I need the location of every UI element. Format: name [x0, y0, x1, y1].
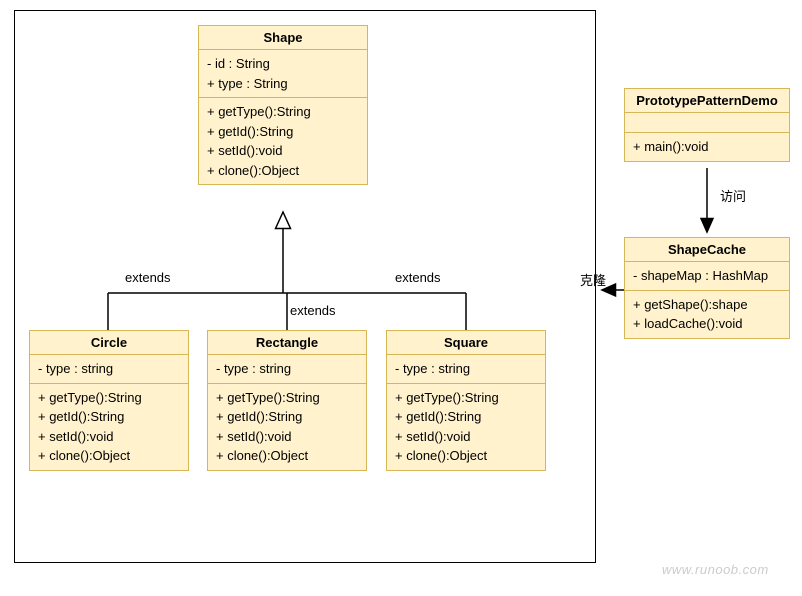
class-square-methods: + getType():String + getId():String + se… — [387, 384, 545, 470]
class-circle-attributes: - type : string — [30, 355, 188, 384]
class-shape-title: Shape — [199, 26, 367, 50]
class-demo-attributes — [625, 113, 789, 133]
class-demo-methods: + main():void — [625, 133, 789, 161]
label-clone: 克隆 — [580, 270, 606, 289]
class-shape-methods: + getType():String + getId():String + se… — [199, 98, 367, 184]
class-square-title: Square — [387, 331, 545, 355]
class-cache-title: ShapeCache — [625, 238, 789, 262]
class-demo: PrototypePatternDemo + main():void — [624, 88, 790, 162]
class-square-attributes: - type : string — [387, 355, 545, 384]
class-cache-methods: + getShape():shape + loadCache():void — [625, 291, 789, 338]
class-shape: Shape - id : String + type : String + ge… — [198, 25, 368, 185]
class-circle-methods: + getType():String + getId():String + se… — [30, 384, 188, 470]
label-visit: 访问 — [720, 186, 746, 205]
label-extends-right: extends — [395, 270, 441, 285]
class-rectangle: Rectangle - type : string + getType():St… — [207, 330, 367, 471]
label-extends-middle: extends — [290, 303, 336, 318]
class-rectangle-attributes: - type : string — [208, 355, 366, 384]
class-demo-title: PrototypePatternDemo — [625, 89, 789, 113]
class-cache: ShapeCache - shapeMap : HashMap + getSha… — [624, 237, 790, 339]
class-circle: Circle - type : string + getType():Strin… — [29, 330, 189, 471]
class-rectangle-title: Rectangle — [208, 331, 366, 355]
class-rectangle-methods: + getType():String + getId():String + se… — [208, 384, 366, 470]
class-square: Square - type : string + getType():Strin… — [386, 330, 546, 471]
label-extends-left: extends — [125, 270, 171, 285]
watermark: www.runoob.com — [662, 562, 769, 577]
class-circle-title: Circle — [30, 331, 188, 355]
class-shape-attributes: - id : String + type : String — [199, 50, 367, 98]
class-cache-attributes: - shapeMap : HashMap — [625, 262, 789, 291]
